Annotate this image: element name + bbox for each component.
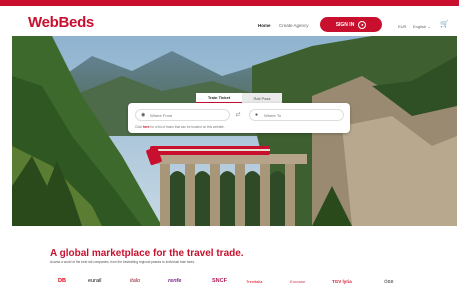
partner-logo: DB [58, 278, 66, 284]
location-pin-icon: ● [255, 111, 259, 118]
nav-create-agency-link[interactable]: Create Agency [279, 23, 309, 28]
nav-home-link[interactable]: Home [258, 23, 271, 28]
webbeds-logo[interactable]: WebBeds [28, 14, 94, 31]
cart-icon[interactable]: 🛒 [440, 21, 449, 29]
partner-logo: Eurostar [290, 278, 306, 284]
search-card: ◉ ⇄ ● Click here for a list of trains th… [128, 103, 350, 133]
language-selector[interactable]: English ⌄ [413, 24, 431, 29]
sign-in-label: SIGN IN [335, 21, 355, 28]
partner-logo: Trenitalia [246, 278, 263, 284]
note-prefix: Click [135, 125, 142, 129]
from-field[interactable]: ◉ [135, 109, 230, 121]
to-input[interactable] [264, 112, 334, 118]
tab-train-ticket[interactable]: Train Ticket [196, 93, 242, 103]
partner-logo: TGV lyria [332, 278, 352, 284]
search-tabs: Train Ticket Rail Pass [196, 93, 282, 103]
partner-logo: SNCF [212, 278, 227, 284]
tab-rail-pass[interactable]: Rail Pass [242, 93, 282, 103]
train-list-note: Click here for a list of trains that can… [135, 125, 225, 129]
partner-logo: renfe [168, 278, 182, 284]
from-input[interactable] [150, 112, 220, 118]
to-field[interactable]: ● [249, 109, 344, 121]
partner-logo: eurail [88, 278, 102, 284]
swap-icon[interactable]: ⇄ [234, 111, 242, 119]
marketing-headline: A global marketplace for the travel trad… [50, 248, 244, 259]
header: WebBeds Home Create Agency SIGN IN ● EUR… [0, 6, 459, 36]
radio-origin-icon: ◉ [141, 111, 146, 118]
sign-in-button[interactable]: SIGN IN ● [320, 17, 382, 32]
note-here-link[interactable]: here [143, 125, 150, 129]
note-suffix: for a list of trains that can be booked … [150, 125, 225, 129]
marketing-subtext: Access a world of the best rail companie… [50, 260, 195, 264]
partner-logo: ÖBB [384, 278, 394, 284]
partner-logos: DB eurail italo renfe SNCF Trenitalia Eu… [50, 274, 430, 288]
partner-logo: italo [130, 278, 141, 284]
user-icon: ● [358, 20, 367, 29]
page: WebBeds Home Create Agency SIGN IN ● EUR… [0, 0, 459, 307]
currency-selector[interactable]: EUR [398, 24, 406, 29]
